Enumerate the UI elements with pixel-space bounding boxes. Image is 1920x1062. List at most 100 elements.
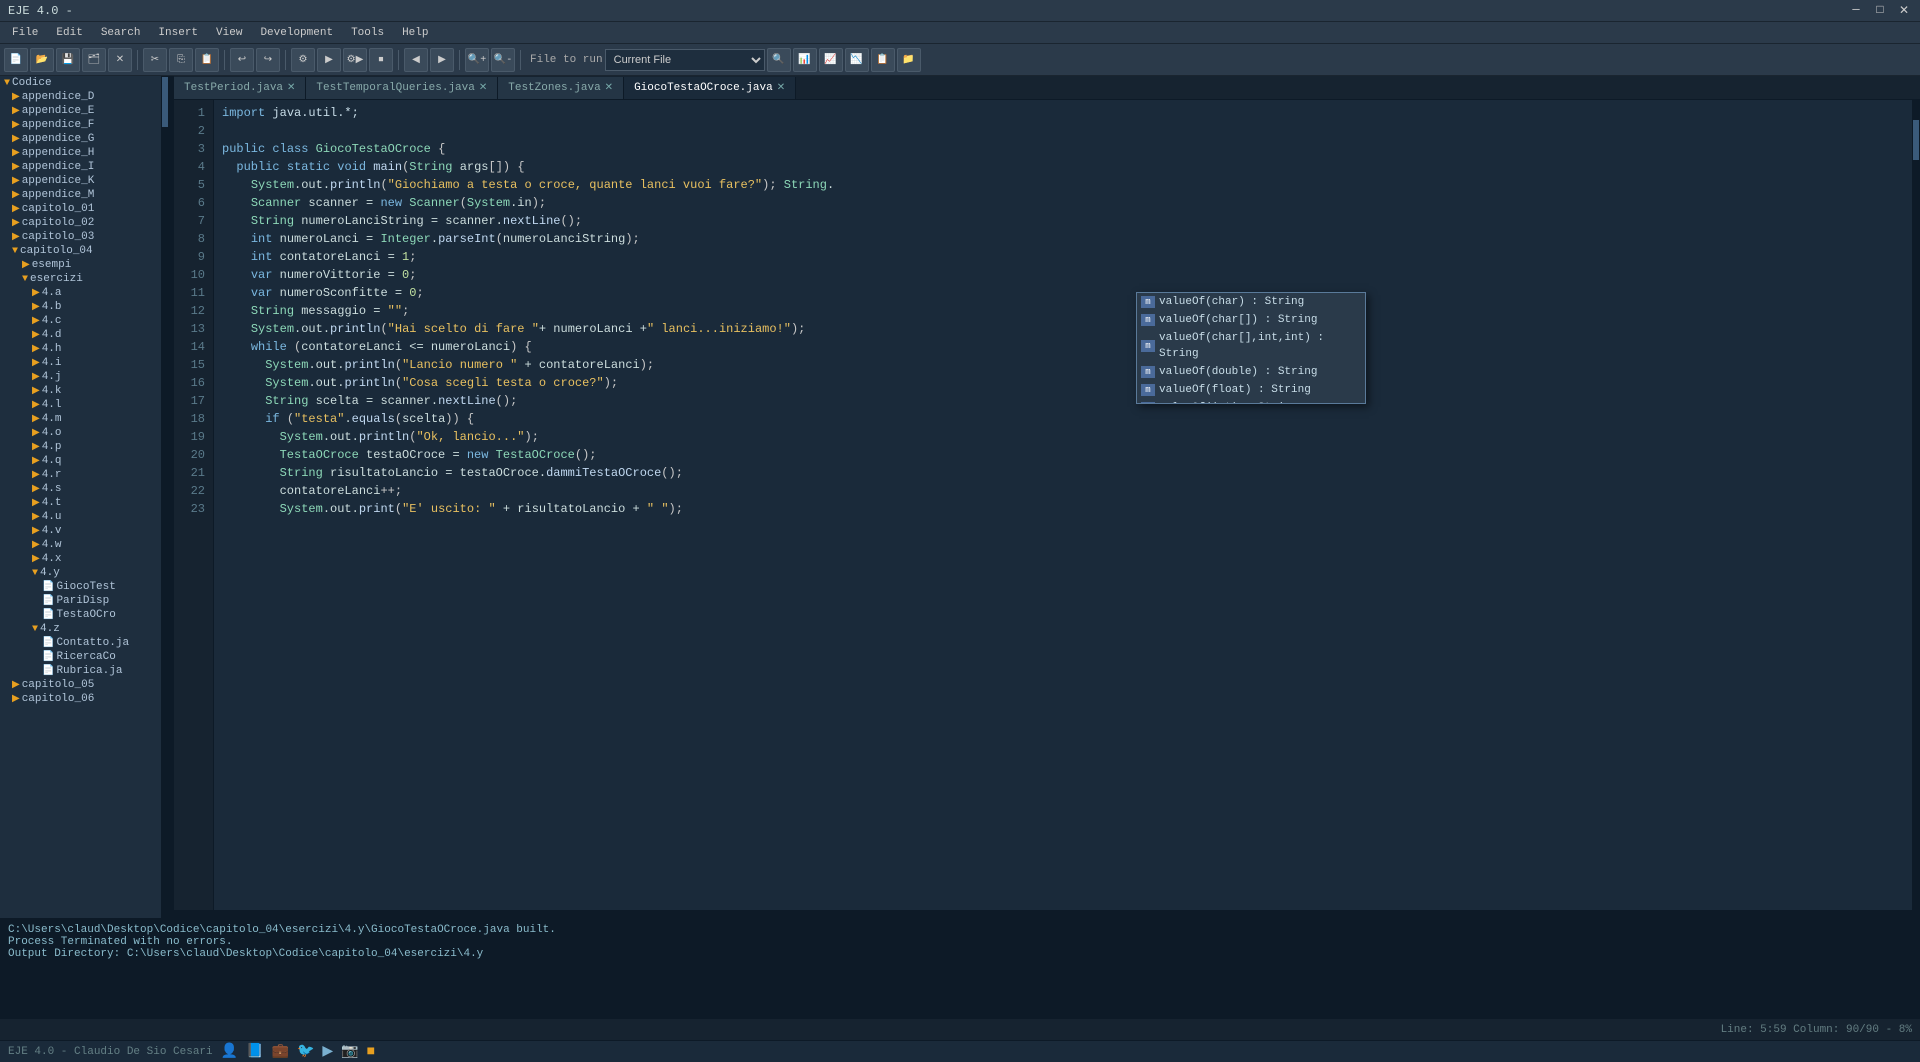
close-button[interactable]: ✕ [1896,3,1912,18]
autocomplete-item[interactable]: m valueOf(char) : String [1137,293,1365,311]
list-item[interactable]: 📄RicercaCo [0,650,161,664]
list-item[interactable]: ▶capitolo_01 [0,202,161,216]
menu-development[interactable]: Development [252,25,341,41]
list-item[interactable]: ▶appendice_K [0,174,161,188]
toolbar-undo[interactable]: ↩ [230,48,254,72]
social-icon-3[interactable]: 💼 [272,1043,289,1060]
toolbar-cut[interactable]: ✂ [143,48,167,72]
editor-horizontal-scrollbar[interactable] [174,910,1920,918]
toolbar-build-run[interactable]: ⚙▶ [343,48,367,72]
list-item[interactable]: ▼capitolo_04 [0,244,161,258]
list-item[interactable]: ▶appendice_I [0,160,161,174]
code-editor[interactable]: import java.util.*; public class GiocoTe… [214,100,1912,910]
list-item[interactable]: ▶4.q [0,454,161,468]
list-item[interactable]: ▶4.m [0,412,161,426]
list-item[interactable]: ▶capitolo_05 [0,678,161,692]
toolbar-run[interactable]: ▶ [317,48,341,72]
toolbar-close[interactable]: ✕ [108,48,132,72]
list-item[interactable]: ▶4.c [0,314,161,328]
tab-close-testzones[interactable]: ✕ [605,82,613,94]
menu-help[interactable]: Help [394,25,436,41]
list-item[interactable]: 📄TestaOCro [0,608,161,622]
list-item[interactable]: ▶capitolo_02 [0,216,161,230]
autocomplete-item[interactable]: m valueOf(char[]) : String [1137,311,1365,329]
list-item[interactable]: ▶4.a [0,286,161,300]
menu-view[interactable]: View [208,25,250,41]
list-item[interactable]: ▶4.k [0,384,161,398]
toolbar-graph5[interactable]: 📁 [897,48,921,72]
toolbar-save[interactable]: 💾 [56,48,80,72]
sidebar-content[interactable]: ▼ Codice ▶appendice_D ▶appendice_E ▶appe… [0,76,161,918]
list-item[interactable]: ▶4.i [0,356,161,370]
maximize-button[interactable]: □ [1872,3,1888,18]
tab-testzones[interactable]: TestZones.java ✕ [498,77,624,99]
list-item[interactable]: ▶capitolo_03 [0,230,161,244]
list-item[interactable]: ▶4.o [0,426,161,440]
autocomplete-item[interactable]: m valueOf(float) : String [1137,381,1365,399]
toolbar-search[interactable]: 🔍 [767,48,791,72]
menu-edit[interactable]: Edit [48,25,90,41]
editor-scroll-thumb[interactable] [1913,120,1919,160]
list-item[interactable]: ▶esempi [0,258,161,272]
file-to-run-select[interactable]: Current File [605,49,765,71]
list-item[interactable]: ▶4.u [0,510,161,524]
social-icon-5[interactable]: ▶ [322,1043,333,1060]
social-icon-2[interactable]: 📘 [246,1043,263,1060]
toolbar-save-all[interactable]: 🗂 [82,48,106,72]
list-item[interactable]: ▶4.v [0,524,161,538]
editor-vertical-scrollbar[interactable] [1912,100,1920,910]
menu-tools[interactable]: Tools [343,25,392,41]
list-item[interactable]: ▶4.r [0,468,161,482]
tab-giocotest[interactable]: GiocoTestaOCroce.java ✕ [624,77,796,99]
toolbar-zoom-in[interactable]: 🔍+ [465,48,489,72]
list-item[interactable]: ▶appendice_E [0,104,161,118]
list-item[interactable]: ▶appendice_H [0,146,161,160]
social-icon-4[interactable]: 🐦 [297,1043,314,1060]
list-item[interactable]: ▶4.w [0,538,161,552]
list-item[interactable]: ▶4.l [0,398,161,412]
sidebar-scrollbar[interactable] [161,76,169,918]
list-item[interactable]: ▶4.x [0,552,161,566]
toolbar-next[interactable]: ▶ [430,48,454,72]
tab-close-testtemporalqueries[interactable]: ✕ [479,82,487,94]
autocomplete-item[interactable]: m valueOf(char[],int,int) : String [1137,329,1365,363]
autocomplete-item[interactable]: m valueOf(double) : String [1137,363,1365,381]
social-icon-6[interactable]: 📷 [341,1043,358,1060]
menu-file[interactable]: File [4,25,46,41]
list-item[interactable]: 📄PariDisp [0,594,161,608]
minimize-button[interactable]: ─ [1848,3,1864,18]
toolbar-prev[interactable]: ◀ [404,48,428,72]
tab-testperiod[interactable]: TestPeriod.java ✕ [174,77,306,99]
toolbar-graph1[interactable]: 📊 [793,48,817,72]
list-item[interactable]: ▼4.z [0,622,161,636]
toolbar-graph4[interactable]: 📋 [871,48,895,72]
sidebar-scroll-thumb[interactable] [162,77,168,127]
toolbar-copy[interactable]: ⎘ [169,48,193,72]
toolbar-build[interactable]: ⚙ [291,48,315,72]
toolbar-zoom-out[interactable]: 🔍- [491,48,515,72]
list-item[interactable]: ▶4.b [0,300,161,314]
autocomplete-item[interactable]: m valueOf(int) : String [1137,399,1365,403]
toolbar-graph2[interactable]: 📈 [819,48,843,72]
list-item[interactable]: 📄Contatto.ja [0,636,161,650]
list-item[interactable]: ▶4.h [0,342,161,356]
list-item[interactable]: ▶appendice_G [0,132,161,146]
list-item[interactable]: 📄Rubrica.ja [0,664,161,678]
list-item[interactable]: ▶4.t [0,496,161,510]
list-item[interactable]: ▼4.y [0,566,161,580]
list-item[interactable]: ▶4.s [0,482,161,496]
toolbar-new[interactable]: 📄 [4,48,28,72]
list-item[interactable]: ▶capitolo_06 [0,692,161,706]
toolbar-redo[interactable]: ↪ [256,48,280,72]
toolbar-paste[interactable]: 📋 [195,48,219,72]
list-item[interactable]: ▶appendice_M [0,188,161,202]
list-item[interactable]: ▶appendice_D [0,90,161,104]
tab-close-testperiod[interactable]: ✕ [287,82,295,94]
toolbar-graph3[interactable]: 📉 [845,48,869,72]
toolbar-open[interactable]: 📂 [30,48,54,72]
list-item[interactable]: ▶4.p [0,440,161,454]
autocomplete-popup[interactable]: m valueOf(char) : String m valueOf(char[… [1136,292,1366,404]
social-icon-1[interactable]: 👤 [221,1043,238,1060]
menu-search[interactable]: Search [93,25,149,41]
sidebar-root[interactable]: ▼ Codice [0,76,161,90]
